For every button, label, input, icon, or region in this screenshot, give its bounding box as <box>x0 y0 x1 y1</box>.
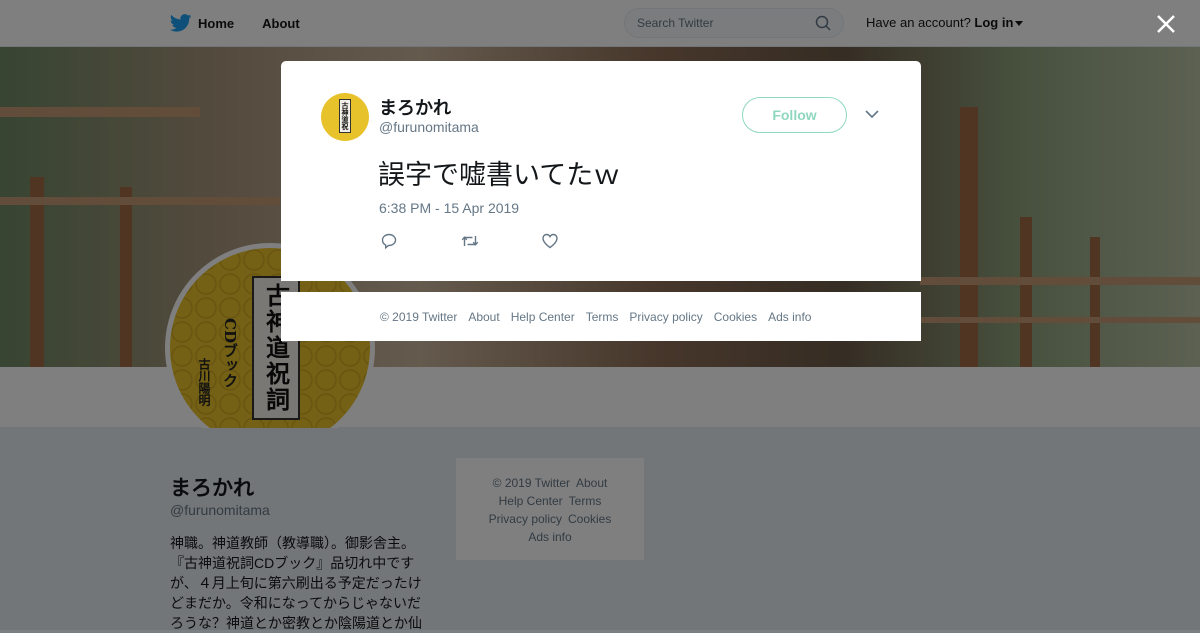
close-icon[interactable] <box>1154 12 1178 36</box>
footer-cookies-link[interactable]: Cookies <box>714 310 757 324</box>
follow-button[interactable]: Follow <box>742 97 847 133</box>
retweet-button[interactable] <box>461 232 479 250</box>
tweet-avatar-title: 古神道祝詞 <box>339 99 351 133</box>
like-button[interactable] <box>541 232 559 250</box>
tweet-author-handle[interactable]: @furunomitama <box>379 119 479 135</box>
footer-terms-link[interactable]: Terms <box>586 310 619 324</box>
footer-privacy-link[interactable]: Privacy policy <box>629 310 702 324</box>
chevron-down-icon[interactable] <box>864 108 880 120</box>
footer-copyright: © 2019 Twitter <box>380 309 458 324</box>
footer-help-link[interactable]: Help Center <box>511 310 575 324</box>
footer-ads-link[interactable]: Ads info <box>768 310 811 324</box>
tweet-author-avatar[interactable]: 古神道祝詞 <box>321 93 369 141</box>
retweet-icon <box>461 236 479 246</box>
footer-about-link[interactable]: About <box>468 310 499 324</box>
reply-button[interactable] <box>381 232 399 250</box>
tweet-author-name[interactable]: まろかれ <box>379 94 451 120</box>
tweet-text: 誤字で嘘書いてたｗ <box>378 160 621 191</box>
tweet-timestamp[interactable]: 6:38 PM - 15 Apr 2019 <box>379 200 519 216</box>
modal-footer: © 2019 Twitter About Help Center Terms P… <box>281 292 921 341</box>
reply-icon <box>381 233 397 250</box>
tweet-modal: 古神道祝詞 まろかれ @furunomitama Follow 誤字で嘘書いてた… <box>281 61 921 281</box>
like-icon <box>542 233 558 249</box>
